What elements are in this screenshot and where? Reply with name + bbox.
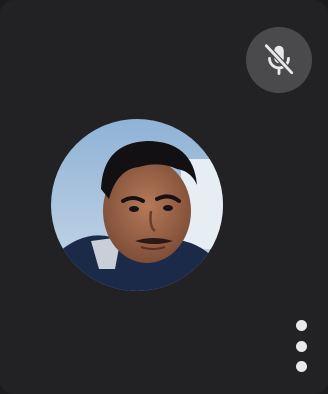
more-options-button[interactable]: [284, 316, 318, 376]
participant-tile: [0, 0, 328, 394]
more-vert-icon: [295, 320, 307, 331]
mic-off-glyph: [263, 43, 295, 76]
more-vert-icon-dot: [295, 361, 307, 372]
mic-off-icon: [246, 27, 312, 93]
more-vert-icon-dot: [295, 340, 307, 352]
participant-avatar: [51, 119, 223, 291]
avatar-photo: [51, 119, 223, 291]
